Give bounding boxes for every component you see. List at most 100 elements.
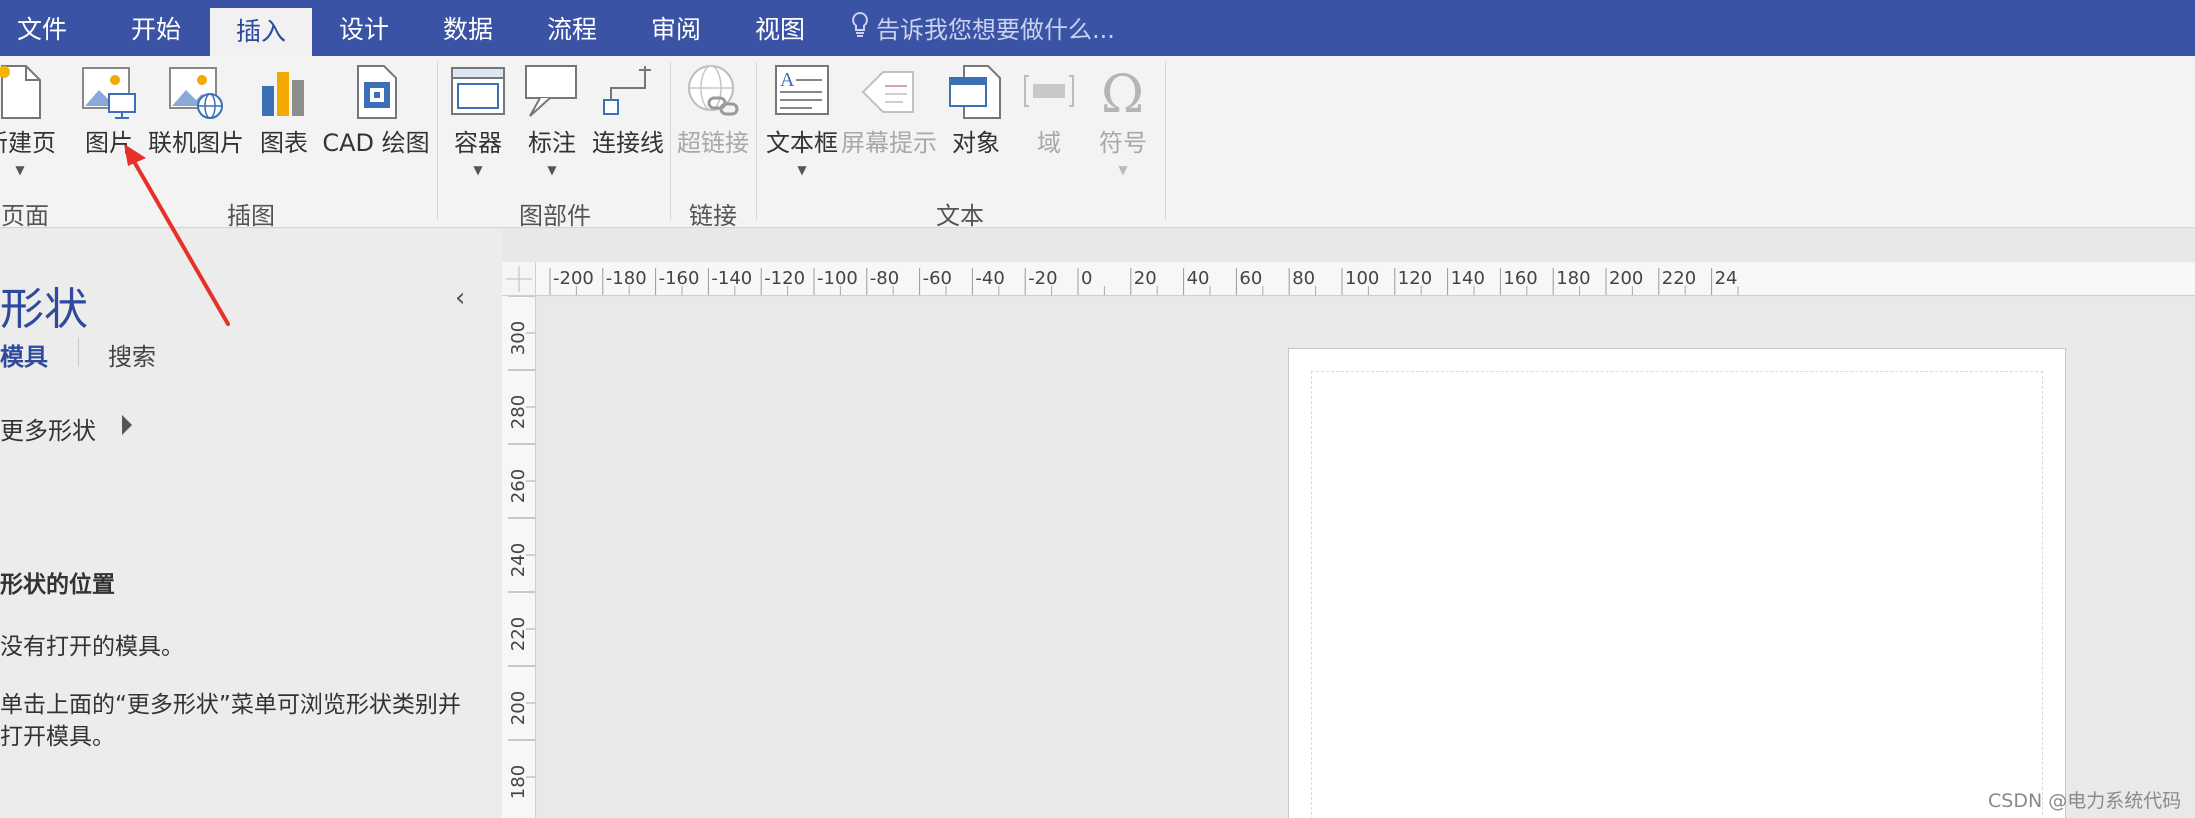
chevron-down-icon: ▼ [15,163,25,177]
lightbulb-icon [850,1,870,56]
tab-view[interactable]: 视图 [730,0,830,56]
ruler-tick-label: -180 [606,268,647,289]
ruler-tick-label: 180 [1556,268,1590,289]
container-label: 容器 [454,129,502,157]
picture-icon [79,62,139,122]
ruler-tick-label: 220 [508,617,529,651]
pane-title: 形状 [0,284,88,335]
ruler-tick-label: 160 [1503,268,1537,289]
connector-button[interactable]: 连接线 [586,62,670,158]
symbol-button[interactable]: Ω 符号 ▼ [1090,62,1156,176]
vertical-ruler[interactable]: 300 280 260 240 220 200 180 [502,296,536,818]
chevron-down-icon: ▼ [1118,163,1128,177]
group-separator [437,62,438,220]
ruler-tick-label: 140 [1451,268,1485,289]
chevron-down-icon: ▼ [473,163,483,177]
group-label-text: 文本 [936,202,984,230]
picture-button[interactable]: 图片 [76,62,142,158]
online-picture-icon [166,62,226,122]
group-label-illustrations: 插图 [227,202,275,230]
chart-button[interactable]: 图表 [252,62,316,158]
ruler-tick-label: 20 [1134,268,1157,289]
ruler-tick-label: 100 [1345,268,1379,289]
callout-button[interactable]: 标注 ▼ [520,62,584,176]
watermark: CSDN @电力系统代码 [1988,790,2182,812]
new-page-button[interactable]: 新建页 ▼ [0,62,62,176]
tell-me-text: 告诉我您想要做什么... [876,16,1115,44]
group-separator [670,62,671,220]
ruler-tick-label: 240 [508,543,529,577]
object-icon [946,62,1006,122]
tab-insert[interactable]: 插入 [210,8,312,56]
horizontal-ruler[interactable]: -200 -180 -160 -140 -120 -100 -80 -60 -40 -20 0 20 4… [536,262,2195,296]
chart-icon [254,62,314,122]
tab-design[interactable]: 设计 [314,0,414,56]
ruler-tick-label: 300 [508,321,529,355]
screen-tip-icon [859,62,919,122]
screen-tip-button[interactable]: 屏幕提示 [838,62,940,158]
text-box-icon: A [772,62,832,122]
tab-search[interactable]: 搜索 [108,337,156,372]
ruler-tick-label: -200 [553,268,594,289]
ruler-tick-label: -100 [817,268,858,289]
container-button[interactable]: 容器 ▼ [446,62,510,176]
ruler-tick-label: 0 [1081,268,1092,289]
object-label: 对象 [952,129,1000,157]
more-shapes-hint: 单击上面的“更多形状”菜单可浏览形状类别并打开模具。 [0,692,461,750]
connector-label: 连接线 [592,129,664,157]
group-label-links: 链接 [689,202,737,230]
online-pictures-label: 联机图片 [148,129,244,157]
tab-review[interactable]: 审阅 [626,0,726,56]
tab-stencils[interactable]: 模具 [0,337,48,372]
cad-drawing-label: CAD 绘图 [322,129,430,157]
ruler-tick-label: 220 [1662,268,1696,289]
chevron-down-icon: ▼ [547,163,557,177]
callout-label: 标注 [528,129,576,157]
ribbon-body: 新建页 ▼ 图片 联机图片 图表 CAD 绘图 容器 ▼ [0,56,2195,230]
shape-location-heading: 形状的位置 [0,572,115,598]
chevron-down-icon: ▼ [797,163,807,177]
ruler-tick-label: -80 [870,268,899,289]
caret-right-icon[interactable] [122,415,132,435]
callout-icon [522,62,582,122]
online-pictures-button[interactable]: 联机图片 [146,62,246,158]
group-label-diagram-parts: 图部件 [519,202,591,230]
symbol-label: 符号 [1099,129,1147,157]
no-stencils-text: 没有打开的模具。 [0,634,184,660]
tab-file[interactable]: 文件 [0,0,84,56]
new-page-icon [0,62,50,122]
ruler-tick-label: -20 [1028,268,1057,289]
cad-drawing-icon [346,62,406,122]
text-box-label: 文本框 [766,129,838,157]
shapes-pane: 形状 ‹ 模具 搜索 更多形状 形状的位置 没有打开的模具。 单击上面的“更多形… [0,229,502,818]
ruler-tick-label: -140 [711,268,752,289]
group-separator [756,62,757,220]
tab-data[interactable]: 数据 [418,0,518,56]
ruler-tick-label: 260 [508,469,529,503]
svg-text:Ω: Ω [1101,65,1144,122]
ruler-tick-label: 40 [1187,268,1210,289]
screen-tip-label: 屏幕提示 [841,129,937,157]
object-button[interactable]: 对象 [944,62,1008,158]
text-box-button[interactable]: A 文本框 ▼ [762,62,842,176]
group-separator [1165,62,1166,220]
ruler-tick-label: -120 [764,268,805,289]
connector-icon [598,62,658,122]
ruler-tick-label: -60 [923,268,952,289]
field-button[interactable]: 域 [1018,62,1080,158]
ribbon-tab-bar: 文件 开始 插入 设计 数据 流程 审阅 视图 告诉我您想要做什么... [0,0,2195,56]
group-label-pages: 页面 [1,202,49,230]
tab-process[interactable]: 流程 [522,0,622,56]
ruler-tick-label: 60 [1239,268,1262,289]
hyperlink-button[interactable]: 超链接 [674,62,752,158]
omega-icon: Ω [1093,62,1153,125]
drawing-page[interactable] [1288,348,2066,818]
more-shapes-menu[interactable]: 更多形状 [0,411,96,446]
tab-home[interactable]: 开始 [106,0,206,56]
tell-me-box[interactable]: 告诉我您想要做什么... [850,0,1115,56]
page-margin-guide [1311,371,2043,818]
collapse-pane-icon[interactable]: ‹ [455,283,465,313]
ruler-tick-label: 180 [508,765,529,799]
cad-drawing-button[interactable]: CAD 绘图 [320,62,432,158]
tab-divider [78,337,79,367]
